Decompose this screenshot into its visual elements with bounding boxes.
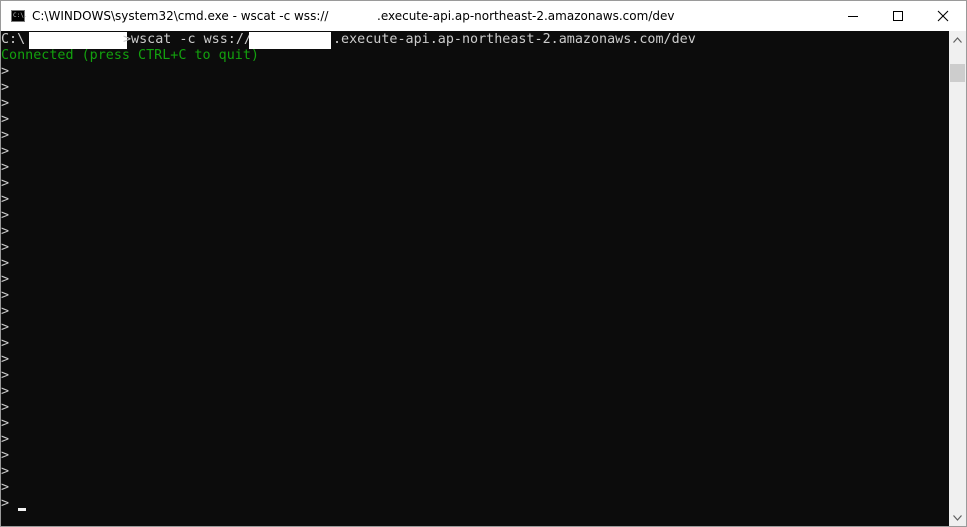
command-prefix: C:\ [1,32,26,47]
prompt-line: > [1,352,10,367]
scroll-up-arrow-icon [953,36,962,43]
prompt-line: > [1,368,10,383]
prompt-line: > [1,416,10,431]
window-title-prefix: C:\WINDOWS\system32\cmd.exe - wscat -c w… [32,9,329,23]
redacted-api-id [249,32,331,49]
prompt-line: > [1,160,10,175]
prompt-line: > [1,144,10,159]
prompt-line: > [1,64,10,79]
prompt-line: > [1,96,10,111]
minimize-button[interactable] [830,1,876,31]
prompt-line: > [1,192,10,207]
command-line: C:\ >wscat -c wss:// .execute-api.ap-nor… [1,32,696,49]
scroll-down-button[interactable] [949,509,966,526]
prompt-line: > [1,384,10,399]
prompt-line: > [1,128,10,143]
command-url-suffix: .execute-api.ap-northeast-2.amazonaws.co… [333,32,696,47]
close-icon [937,10,949,22]
prompt-line: > [1,240,10,255]
prompt-line: > [1,256,10,271]
prompt-line: > [1,80,10,95]
redacted-username [29,32,127,49]
prompt-line: > [1,496,10,511]
prompt-line: > [1,208,10,223]
vertical-scrollbar[interactable] [949,31,966,526]
maximize-icon [893,11,903,21]
prompt-line: > [1,112,10,127]
title-bar[interactable]: C:\. C:\WINDOWS\system32\cmd.exe - wscat… [1,1,966,31]
cmd-window: C:\. C:\WINDOWS\system32\cmd.exe - wscat… [0,0,967,527]
connected-message: Connected (press CTRL+C to quit) [1,48,259,63]
console-output[interactable]: C:\ >wscat -c wss:// .execute-api.ap-nor… [1,31,949,526]
prompt-line: > [1,432,10,447]
prompt-line: > [1,288,10,303]
prompt-line: > [1,448,10,463]
prompt-line: > [1,320,10,335]
scroll-up-button[interactable] [949,31,966,48]
minimize-icon [848,16,858,17]
scroll-down-arrow-icon [953,514,962,521]
cmd-console-icon[interactable]: C:\. [11,10,28,22]
prompt-line: > [1,336,10,351]
text-cursor [18,508,26,511]
prompt-line: > [1,176,10,191]
prompt-line: > [1,224,10,239]
prompt-line: > [1,400,10,415]
prompt-line: > [1,464,10,479]
maximize-button[interactable] [875,1,921,31]
prompt-line: > [1,480,10,495]
window-title-suffix: .execute-api.ap-northeast-2.amazonaws.co… [377,9,675,23]
scroll-thumb[interactable] [950,64,965,82]
close-button[interactable] [920,1,966,31]
cmd-icon-glyph: C:\. [13,12,28,19]
prompt-line: > [1,272,10,287]
prompt-line: > [1,304,10,319]
command-text: >wscat -c wss:// [123,32,252,47]
